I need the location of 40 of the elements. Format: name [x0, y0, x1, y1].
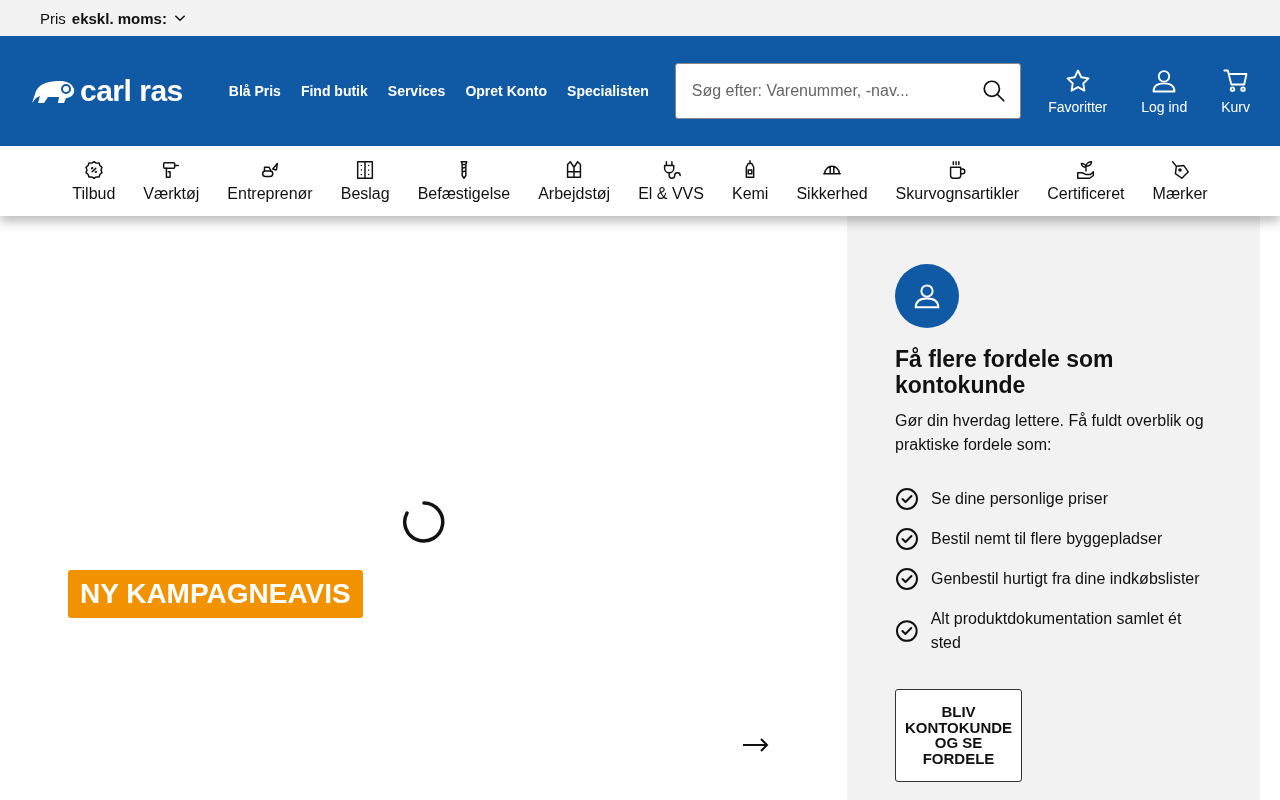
check-circle-icon [895, 486, 919, 511]
category-tab[interactable]: Skurvognsartikler [881, 159, 1034, 203]
nav-link[interactable]: Find butik [300, 83, 368, 99]
cart-icon [1221, 67, 1250, 95]
benefit-text: Se dine personlige priser [931, 488, 1108, 509]
search-field[interactable]: Søg efter: Varenummer, -nav... [674, 63, 1021, 119]
panel-title: Få flere fordele som kontokunde [895, 346, 1115, 399]
loading-spinner-icon [402, 500, 446, 544]
nav-link[interactable]: Specialisten [567, 83, 649, 99]
category-tab[interactable]: Kemi [717, 159, 783, 203]
benefit-text: Genbestil hurtigt fra dine indkøbslister [931, 568, 1200, 589]
category-tab[interactable]: Befæstigelse [403, 159, 525, 203]
benefit-text: Bestil nemt til flere byggepladser [931, 528, 1163, 549]
category-tab[interactable]: Certificeret [1033, 159, 1139, 203]
hand-plant-icon [1074, 159, 1097, 181]
check-circle-icon [895, 566, 919, 591]
header-action[interactable]: Log ind [1141, 67, 1188, 115]
search-button[interactable] [980, 78, 1007, 104]
header-action[interactable]: Kurv [1221, 67, 1250, 115]
category-tab[interactable]: Entreprenør [213, 159, 327, 203]
benefit-text: Alt produktdokumentation samlet ét sted [930, 608, 1183, 653]
nav-link[interactable]: Opret Konto [465, 83, 548, 99]
category-tab[interactable]: Sikkerhed [782, 159, 882, 203]
panel-intro: Gør din hverdag lettere. Få fuldt overblik og praktiske fordele som: [895, 410, 1205, 455]
nav-link[interactable]: Blå Pris [228, 83, 281, 99]
category-tab[interactable]: Mærker [1138, 159, 1222, 203]
check-circle-icon [895, 526, 919, 551]
logo-text[interactable]: carl ras [80, 74, 183, 108]
category-tab[interactable]: Værktøj [129, 159, 214, 203]
nav-link[interactable]: Services [387, 83, 446, 99]
tag-icon [1169, 159, 1192, 181]
category-tab[interactable]: El & VVS [624, 159, 718, 203]
discount-badge-icon [82, 159, 105, 181]
category-tab[interactable]: Beslag [326, 159, 404, 203]
become-customer-button[interactable]: BLIV KONTOKUNDE OG SE FORDELE [895, 688, 1022, 782]
check-circle-icon [895, 618, 919, 643]
header-action[interactable]: Favoritter [1048, 67, 1108, 115]
category-tab[interactable]: Tilbud [58, 159, 130, 203]
category-tab[interactable]: Arbejdstøj [524, 159, 625, 203]
price-vat-toggle[interactable]: Pris ekskl. moms: [40, 9, 187, 27]
